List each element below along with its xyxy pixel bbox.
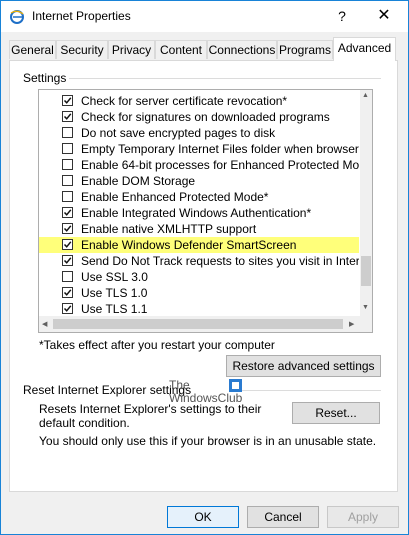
settings-row[interactable]: Enable native XMLHTTP support xyxy=(39,221,359,237)
scroll-down-icon[interactable]: ▼ xyxy=(362,304,369,311)
tab-security[interactable]: Security xyxy=(56,40,108,59)
reset-warning: You should only use this if your browser… xyxy=(39,434,377,448)
reset-description: Resets Internet Explorer's settings to t… xyxy=(39,402,262,430)
checkmark-icon xyxy=(63,257,72,264)
setting-label: Enable 64-bit processes for Enhanced Pro… xyxy=(81,158,359,172)
setting-label: Empty Temporary Internet Files folder wh… xyxy=(81,142,359,156)
tab-strip: General Security Privacy Content Connect… xyxy=(1,32,408,62)
settings-row[interactable]: Use TLS 1.1 xyxy=(39,301,359,317)
restore-advanced-settings-button[interactable]: Restore advanced settings xyxy=(226,355,381,377)
vertical-scrollbar[interactable]: ▲ ▼ xyxy=(360,90,372,316)
setting-label: Use TLS 1.0 xyxy=(81,286,148,300)
restart-note: *Takes effect after you restart your com… xyxy=(39,338,275,352)
horizontal-scrollbar[interactable]: ◀ ▶ xyxy=(39,316,360,332)
tab-advanced[interactable]: Advanced xyxy=(333,37,396,61)
checkbox[interactable] xyxy=(62,175,73,186)
title-bar: Internet Properties ? ✕ xyxy=(1,1,408,32)
help-button[interactable]: ? xyxy=(327,3,357,29)
checkmark-icon xyxy=(63,241,72,248)
cancel-button[interactable]: Cancel xyxy=(247,506,319,528)
window-title: Internet Properties xyxy=(32,9,131,23)
checkbox[interactable] xyxy=(62,239,73,250)
scroll-left-icon[interactable]: ◀ xyxy=(42,320,47,328)
checkmark-icon xyxy=(63,113,72,120)
settings-row[interactable]: Do not save encrypted pages to disk xyxy=(39,125,359,141)
settings-row[interactable]: Use TLS 1.0 xyxy=(39,285,359,301)
checkmark-icon xyxy=(63,209,72,216)
reset-group-label: Reset Internet Explorer settings xyxy=(23,383,194,397)
internet-properties-dialog: Internet Properties ? ✕ General Security… xyxy=(0,0,409,535)
settings-row[interactable]: Send Do Not Track requests to sites you … xyxy=(39,253,359,269)
close-button[interactable]: ✕ xyxy=(367,3,401,29)
setting-label: Check for server certificate revocation* xyxy=(81,94,288,108)
settings-row[interactable]: Enable DOM Storage xyxy=(39,173,359,189)
checkbox[interactable] xyxy=(62,127,73,138)
setting-label: Enable Enhanced Protected Mode* xyxy=(81,190,269,204)
horizontal-scroll-thumb[interactable] xyxy=(53,319,343,329)
checkbox[interactable] xyxy=(62,271,73,282)
settings-row[interactable]: Empty Temporary Internet Files folder wh… xyxy=(39,141,359,157)
settings-row[interactable]: Enable 64-bit processes for Enhanced Pro… xyxy=(39,157,359,173)
checkmark-icon xyxy=(63,305,72,312)
settings-row[interactable]: Use SSL 3.0 xyxy=(39,269,359,285)
checkbox[interactable] xyxy=(62,143,73,154)
setting-label: Enable Windows Defender SmartScreen xyxy=(81,238,297,252)
settings-list[interactable]: Check for server certificate revocation*… xyxy=(38,89,373,333)
settings-group-divider xyxy=(69,78,381,79)
setting-label: Enable native XMLHTTP support xyxy=(81,222,257,236)
checkbox[interactable] xyxy=(62,287,73,298)
setting-label: Send Do Not Track requests to sites you … xyxy=(81,254,359,268)
checkbox[interactable] xyxy=(62,191,73,202)
checkbox[interactable] xyxy=(62,255,73,266)
apply-button[interactable]: Apply xyxy=(327,506,399,528)
checkmark-icon xyxy=(63,225,72,232)
tab-privacy[interactable]: Privacy xyxy=(108,40,155,59)
scroll-right-icon[interactable]: ▶ xyxy=(349,320,354,328)
internet-explorer-icon xyxy=(10,10,24,24)
settings-row[interactable]: Enable Enhanced Protected Mode* xyxy=(39,189,359,205)
checkmark-icon xyxy=(63,97,72,104)
tab-general[interactable]: General xyxy=(9,40,56,59)
checkmark-icon xyxy=(63,289,72,296)
setting-label: Enable DOM Storage xyxy=(81,174,196,188)
setting-label: Do not save encrypted pages to disk xyxy=(81,126,276,140)
setting-label: Use SSL 3.0 xyxy=(81,270,148,284)
settings-row[interactable]: Check for server certificate revocation* xyxy=(39,93,359,109)
settings-group-label: Settings xyxy=(23,71,69,85)
checkbox[interactable] xyxy=(62,95,73,106)
settings-row[interactable]: Enable Windows Defender SmartScreen xyxy=(39,237,359,253)
ok-button[interactable]: OK xyxy=(167,506,239,528)
watermark-logo-icon xyxy=(229,379,242,392)
reset-group-divider xyxy=(233,390,381,391)
checkbox[interactable] xyxy=(62,159,73,170)
tab-content[interactable]: Content xyxy=(155,40,207,59)
scrollbar-corner xyxy=(360,316,372,332)
checkbox[interactable] xyxy=(62,223,73,234)
vertical-scroll-thumb[interactable] xyxy=(361,256,371,286)
tab-programs[interactable]: Programs xyxy=(277,40,333,59)
checkbox[interactable] xyxy=(62,111,73,122)
settings-row[interactable]: Enable Integrated Windows Authentication… xyxy=(39,205,359,221)
checkbox[interactable] xyxy=(62,303,73,314)
scroll-up-icon[interactable]: ▲ xyxy=(362,92,369,99)
tab-connections[interactable]: Connections xyxy=(207,40,277,59)
checkbox[interactable] xyxy=(62,207,73,218)
setting-label: Enable Integrated Windows Authentication… xyxy=(81,206,312,220)
setting-label: Check for signatures on downloaded progr… xyxy=(81,110,330,124)
reset-button[interactable]: Reset... xyxy=(292,402,380,424)
setting-label: Use TLS 1.1 xyxy=(81,302,148,316)
settings-row[interactable]: Check for signatures on downloaded progr… xyxy=(39,109,359,125)
